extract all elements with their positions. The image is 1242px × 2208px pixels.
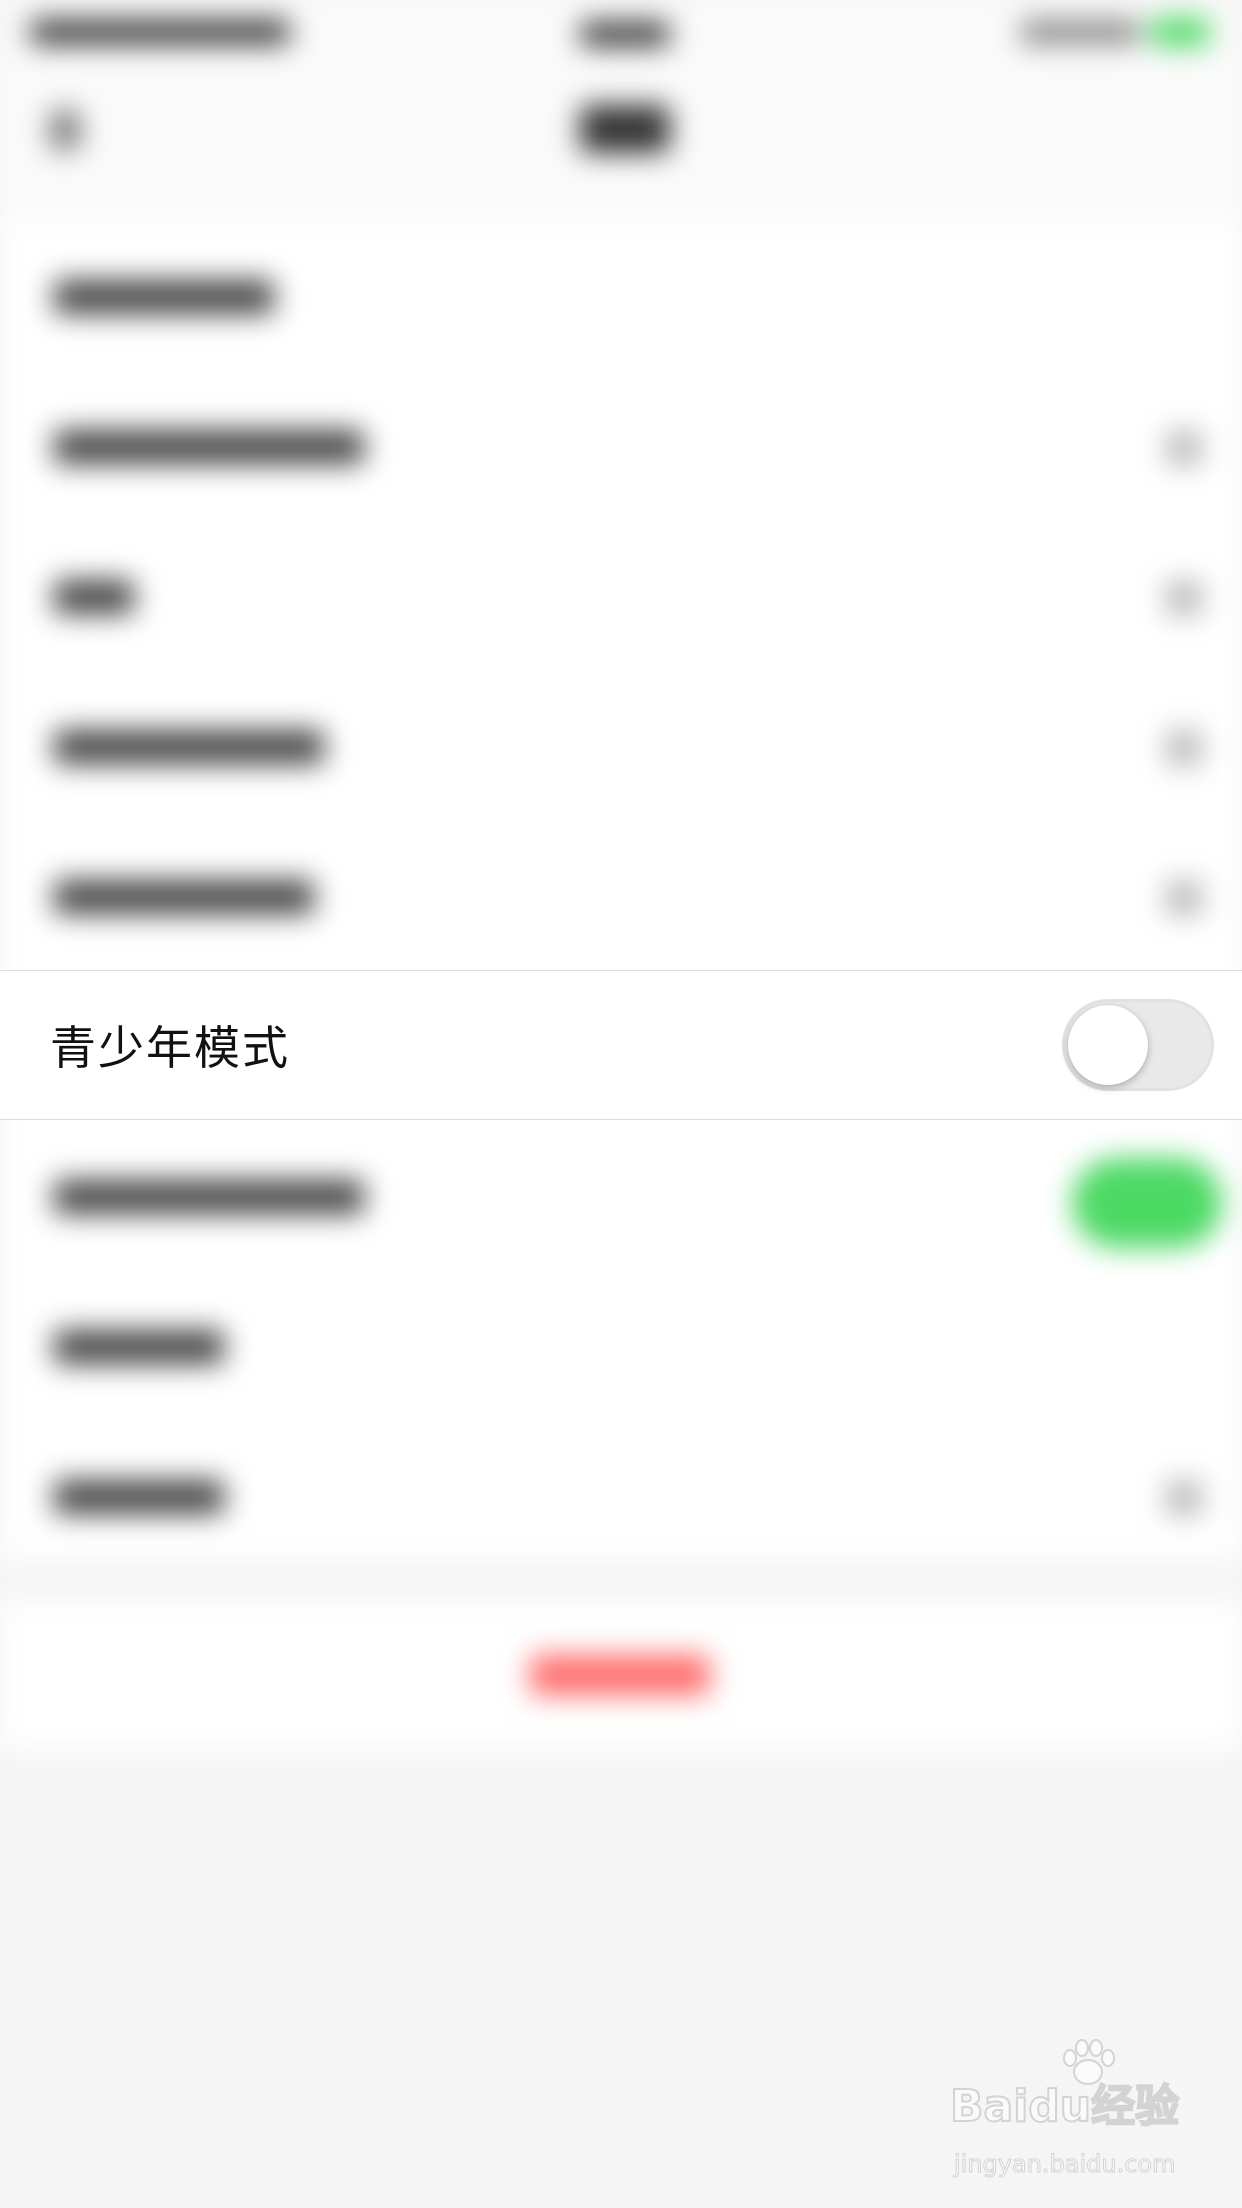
- list-item[interactable]: [0, 1120, 1242, 1270]
- list-item[interactable]: [0, 220, 1242, 370]
- settings-list: [0, 220, 1242, 1560]
- nav-bar: [0, 60, 1242, 220]
- status-carrier-blur: [30, 20, 290, 44]
- watermark-url: jingyan.baidu.com: [953, 2150, 1176, 2179]
- list-item-label: [54, 280, 274, 314]
- list-item[interactable]: [0, 820, 1242, 970]
- chevron-right-icon: [1166, 1480, 1202, 1516]
- teen-mode-label: 青少年模式: [50, 1021, 290, 1075]
- watermark-logo-text: Baidu经验: [949, 2080, 1180, 2133]
- toggle-knob: [1068, 1005, 1148, 1085]
- list-item-label: [54, 430, 364, 464]
- list-item[interactable]: [0, 370, 1242, 520]
- list-item[interactable]: [0, 1420, 1242, 1570]
- status-icons-blur: [1020, 20, 1140, 44]
- teen-mode-row[interactable]: 青少年模式: [0, 970, 1242, 1120]
- nav-title-blur: [580, 105, 670, 153]
- toggle-switch-on[interactable]: [1072, 1158, 1222, 1248]
- status-time-blur: [580, 22, 670, 46]
- list-item[interactable]: [0, 670, 1242, 820]
- list-item-label: [54, 1330, 224, 1364]
- status-bar: [0, 0, 1242, 60]
- baidu-jingyan-watermark: Baidu经验 jingyan.baidu.com: [949, 2039, 1190, 2190]
- teen-mode-toggle[interactable]: [1062, 999, 1214, 1091]
- list-item-label: [54, 880, 314, 914]
- list-item[interactable]: [0, 520, 1242, 670]
- list-item-label: [54, 1180, 364, 1214]
- blurred-background: [0, 0, 1242, 1760]
- chevron-right-icon: [1166, 430, 1202, 466]
- list-item[interactable]: [0, 1270, 1242, 1420]
- list-item-label: [54, 580, 134, 614]
- chevron-right-icon: [1166, 880, 1202, 916]
- settings-screen: 青少年模式 Baidu经验 jingyan.baidu.com: [0, 0, 1242, 2208]
- chevron-right-icon: [1166, 580, 1202, 616]
- chevron-right-icon: [1166, 730, 1202, 766]
- logout-button-blur[interactable]: [530, 1655, 710, 1695]
- back-icon[interactable]: [50, 110, 80, 150]
- logout-row[interactable]: [0, 1600, 1242, 1750]
- list-item-label: [54, 730, 324, 764]
- list-item-label: [54, 1480, 224, 1514]
- battery-blur: [1150, 18, 1210, 46]
